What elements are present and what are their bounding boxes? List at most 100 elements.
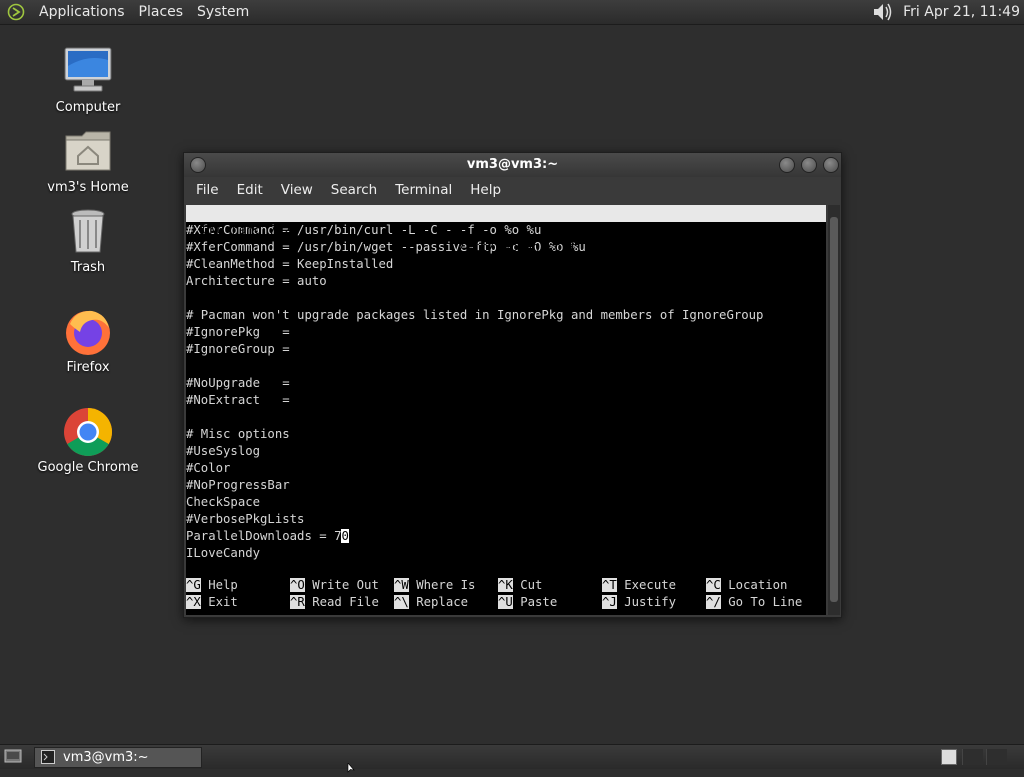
terminal-scrollbar[interactable] [828,205,840,615]
shortcut-key: ^G [186,578,201,592]
editor-line: #NoProgressBar [186,478,290,492]
taskbar-item-label: vm3@vm3:~ [63,750,149,765]
shortcut-label: Execute [616,578,677,592]
editor-line: ILoveCandy [186,546,261,560]
workspace-switcher[interactable] [941,749,957,765]
editor-line: CheckSpace [186,495,261,509]
show-desktop-icon[interactable] [4,748,22,769]
nano-shortcut[interactable]: ^J Justify [602,594,676,611]
shortcut-key: ^K [498,578,513,592]
window-titlebar[interactable]: vm3@vm3:~ [184,153,841,177]
nano-shortcut[interactable]: ^X Exit [186,594,238,611]
shortcut-row: ^X Exit ^R Read File ^\ Replace ^U Paste ^J … [186,594,826,611]
shortcut-key: ^T [602,578,617,592]
window-title: vm3@vm3:~ [466,157,559,172]
shortcut-key: ^U [498,595,513,609]
menu-file[interactable]: File [187,182,228,198]
shortcut-key: ^O [290,578,305,592]
chrome-icon [62,406,114,458]
close-button[interactable] [823,157,839,173]
firefox-icon [62,306,114,358]
editor-line: #VerbosePkgLists [186,512,305,526]
maximize-button[interactable] [801,157,817,173]
nano-shortcut[interactable]: ^T Execute [602,577,676,594]
editor-line: # Pacman won't upgrade packages listed i… [186,308,764,322]
nano-shortcut[interactable]: ^/ Go To Line [706,594,802,611]
shortcut-label: Help [200,578,238,592]
distro-logo-icon[interactable] [6,2,26,22]
clock[interactable]: Fri Apr 21, 11:49 [895,4,1024,20]
shortcut-label: Where Is [408,578,476,592]
trash-icon [62,206,114,258]
system-menu[interactable]: System [190,0,256,24]
desktop-icon-home[interactable]: vm3's Home [28,126,148,195]
shortcut-key: ^C [706,578,721,592]
scrollbar-thumb[interactable] [830,217,838,602]
menu-view[interactable]: View [272,182,322,198]
window-menu-button[interactable] [190,157,206,173]
menu-search[interactable]: Search [322,182,386,198]
editor-line: #CleanMethod = KeepInstalled [186,257,394,271]
nano-version: GNU nano 7.2 [202,223,291,237]
top-panel: Applications Places System Fri Apr 21, 1… [0,0,1024,25]
taskbar-item-terminal[interactable]: vm3@vm3:~ [34,747,202,768]
shortcut-label: Go To Line [720,595,803,609]
editor-line: #NoUpgrade = [186,376,290,390]
workspace-2[interactable] [962,749,983,765]
shortcut-label: Replace [408,595,469,609]
shortcut-label: Cut [512,578,543,592]
text-cursor: 0 [341,529,349,543]
nano-shortcut-bar: ^G Help ^O Write Out ^W Where Is ^K Cut ^T E… [186,577,826,611]
shortcut-label: Exit [200,595,238,609]
terminal-area[interactable]: GNU nano 7.2 /etc/pacman.conf Modified #… [186,205,826,615]
shortcut-key: ^J [602,595,617,609]
editor-line: #IgnoreGroup = [186,342,290,356]
shortcut-label: Write Out [304,578,379,592]
desktop-icon-label: Computer [55,100,121,115]
editor-line: #Color [186,461,231,475]
editor-line: #IgnorePkg = [186,325,290,339]
editor-line: #UseSyslog [186,444,261,458]
shortcut-label: Justify [616,595,677,609]
nano-shortcut[interactable]: ^U Paste [498,594,557,611]
shortcut-key: ^/ [706,595,721,609]
home-folder-icon [62,126,114,178]
computer-icon [62,46,114,98]
desktop-icon-label: Trash [70,260,106,275]
nano-header: GNU nano 7.2 /etc/pacman.conf Modified [186,205,826,271]
nano-shortcut[interactable]: ^\ Replace [394,594,468,611]
menu-edit[interactable]: Edit [228,182,272,198]
menu-help[interactable]: Help [461,182,510,198]
volume-icon[interactable] [871,1,895,23]
menu-terminal[interactable]: Terminal [386,182,461,198]
applications-menu[interactable]: Applications [32,0,132,24]
nano-shortcut[interactable]: ^C Location [706,577,787,594]
desktop-icon-trash[interactable]: Trash [28,206,148,275]
workspace-3[interactable] [986,749,1007,765]
terminal-icon [41,750,55,770]
nano-status: Modified [746,257,806,271]
nano-shortcut[interactable]: ^R Read File [290,594,379,611]
editor-content[interactable]: #XferCommand = /usr/bin/curl -L -C - -f … [186,222,826,562]
shortcut-row: ^G Help ^O Write Out ^W Where Is ^K Cut ^T E… [186,577,826,594]
bottom-panel: vm3@vm3:~ [0,744,1024,769]
terminal-menubar: File Edit View Search Terminal Help [184,177,841,203]
desktop-icon-firefox[interactable]: Firefox [28,306,148,375]
shortcut-label: Read File [304,595,379,609]
shortcut-key: ^R [290,595,305,609]
editor-line: #NoExtract = [186,393,290,407]
minimize-button[interactable] [779,157,795,173]
places-menu[interactable]: Places [132,0,191,24]
desktop-icon-chrome[interactable]: Google Chrome [28,406,148,475]
shortcut-key: ^\ [394,595,409,609]
desktop-icon-computer[interactable]: Computer [28,46,148,115]
nano-shortcut[interactable]: ^W Where Is [394,577,475,594]
desktop-icon-label: Firefox [66,360,110,375]
nano-shortcut[interactable]: ^G Help [186,577,238,594]
nano-shortcut[interactable]: ^K Cut [498,577,542,594]
terminal-window: vm3@vm3:~ File Edit View Search Terminal… [183,152,842,618]
nano-shortcut[interactable]: ^O Write Out [290,577,379,594]
